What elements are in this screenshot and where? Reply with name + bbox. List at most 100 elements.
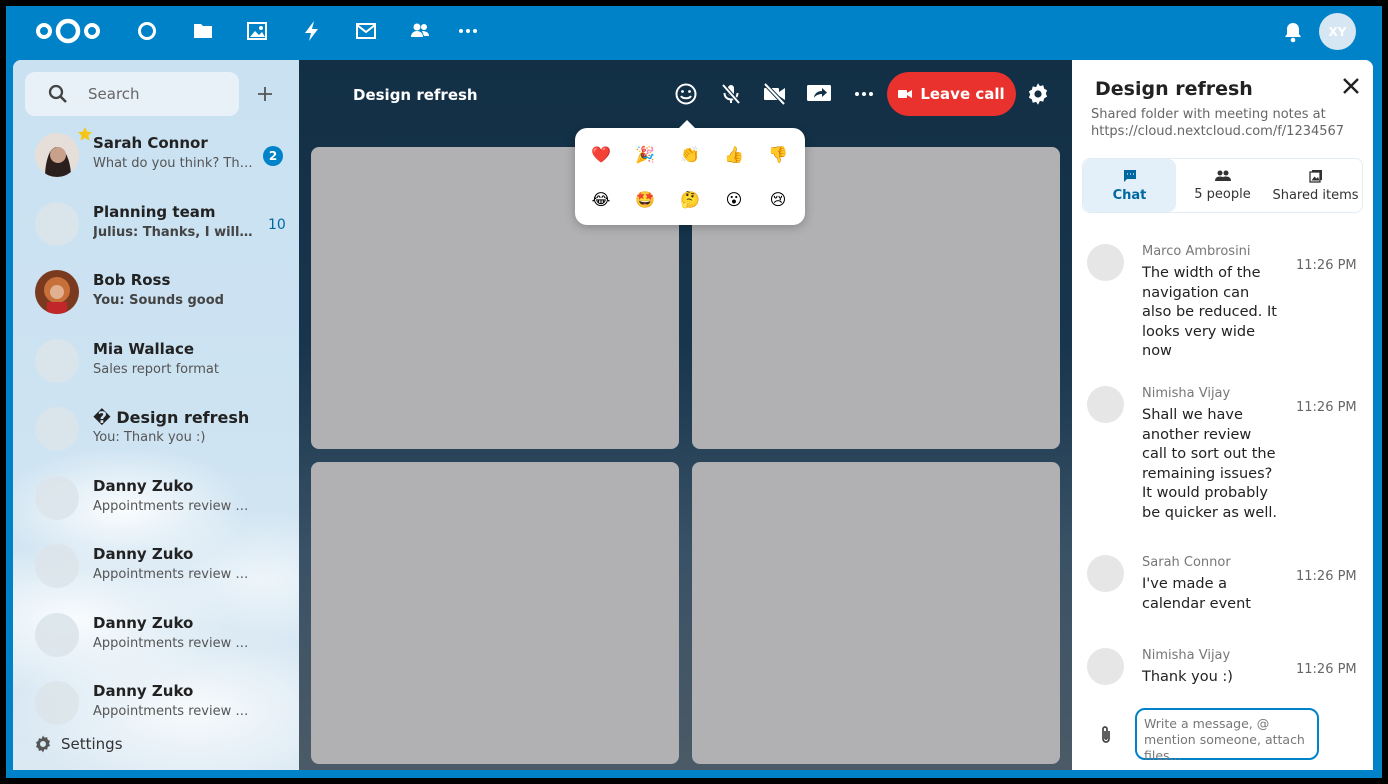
search-placeholder: Search	[88, 85, 140, 103]
contacts-icon[interactable]	[407, 18, 433, 44]
avatar	[1087, 648, 1124, 685]
unread-badge: 10	[268, 217, 286, 233]
conversation-name: Danny Zuko	[93, 682, 194, 700]
tab-label: 5 people	[1194, 186, 1251, 202]
attach-file-button[interactable]	[1095, 724, 1117, 746]
reaction-thumbs-up[interactable]: 👍	[720, 140, 748, 168]
message-text: The width of the navigation can also be …	[1142, 265, 1277, 359]
conversation-item-danny-zuko[interactable]: Danny Zuko Appointments review call	[25, 467, 287, 529]
conversation-name: Mia Wallace	[93, 340, 195, 358]
more-icon	[855, 92, 873, 96]
avatar	[35, 202, 79, 246]
more-apps-icon[interactable]	[455, 18, 481, 44]
mute-microphone-button[interactable]	[717, 80, 745, 108]
close-icon	[1343, 78, 1359, 94]
reaction-laugh[interactable]: 😂	[587, 185, 615, 213]
people-icon	[1214, 170, 1231, 181]
message-time: 11:26 PM	[1296, 258, 1357, 273]
favorite-star-icon	[77, 127, 93, 141]
unread-badge: 2	[263, 146, 283, 166]
share-screen-button[interactable]	[805, 80, 833, 108]
video-off-icon	[763, 82, 786, 106]
call-settings-button[interactable]	[1024, 80, 1052, 108]
conversation-item-bob-ross[interactable]: Bob Ross You: Sounds good	[25, 261, 287, 323]
conversation-name: Bob Ross	[93, 271, 171, 289]
conversation-item-danny-zuko[interactable]: Danny Zuko Appointments review call	[25, 535, 287, 597]
conversation-name: Danny Zuko	[93, 477, 194, 495]
avatar	[35, 133, 79, 177]
reaction-surprised[interactable]: 😮	[720, 185, 748, 213]
panel-title: Design refresh	[1095, 78, 1253, 100]
conversation-last-message: What do you think? There...	[93, 156, 255, 171]
conversation-item-sarah-connor[interactable]: Sarah Connor What do you think? There...…	[25, 124, 287, 186]
call-view: Design refresh Leave call ❤️ 🎉 👏 👍 👎 😂 🤩…	[299, 60, 1072, 770]
avatar	[1087, 555, 1124, 592]
mail-icon[interactable]	[353, 18, 379, 44]
message-time: 11:26 PM	[1296, 400, 1357, 415]
reaction-thumbs-down[interactable]: 👎	[764, 140, 792, 168]
message-time: 11:26 PM	[1296, 569, 1357, 584]
leave-call-button[interactable]: Leave call	[887, 72, 1016, 116]
avatar	[1087, 386, 1124, 423]
dashboard-icon[interactable]	[134, 18, 160, 44]
search-icon	[48, 84, 67, 103]
user-avatar[interactable]: XY	[1319, 13, 1356, 50]
gear-icon	[36, 735, 50, 753]
conversation-last-message: Sales report format	[93, 362, 219, 377]
conversation-name: � Design refresh	[93, 408, 250, 427]
conversation-item-danny-zuko[interactable]: Danny Zuko Appointments review call	[25, 604, 287, 666]
nextcloud-logo[interactable]	[32, 14, 104, 48]
avatar	[35, 270, 79, 314]
gear-icon	[1028, 83, 1048, 105]
message-author: Nimisha Vijay	[1142, 386, 1231, 401]
reaction-clap[interactable]: 👏	[676, 140, 704, 168]
more-actions-button[interactable]	[850, 80, 878, 108]
settings-label: Settings	[61, 735, 123, 753]
new-conversation-button[interactable]	[253, 82, 277, 106]
conversation-item-danny-zuko[interactable]: Danny Zuko Appointments review call	[25, 672, 287, 734]
photos-icon[interactable]	[244, 18, 270, 44]
video-tile[interactable]	[311, 462, 679, 764]
conversation-name: Danny Zuko	[93, 545, 194, 563]
conversation-last-message: You: Thank you :)	[93, 430, 206, 445]
message-author: Nimisha Vijay	[1142, 648, 1231, 663]
main-content: Search Sarah Connor What do you think? T…	[13, 60, 1373, 770]
message-author: Sarah Connor	[1142, 555, 1231, 570]
conversation-name: Sarah Connor	[93, 134, 208, 152]
tab-participants[interactable]: 5 people	[1176, 159, 1269, 212]
avatar	[35, 544, 79, 588]
close-panel-button[interactable]	[1337, 72, 1365, 100]
reaction-sad[interactable]: 😢	[764, 185, 792, 213]
conversation-last-message: You: Sounds good	[93, 293, 224, 308]
settings-button[interactable]: Settings	[33, 734, 123, 754]
message-input-placeholder: Write a message, @ mention someone, atta…	[1144, 716, 1305, 763]
conversation-item-design-refresh[interactable]: � Design refresh You: Thank you :)	[25, 398, 287, 460]
toggle-video-button[interactable]	[761, 80, 789, 108]
conversation-item-mia-wallace[interactable]: Mia Wallace Sales report format	[25, 330, 287, 392]
avatar	[35, 613, 79, 657]
tab-chat[interactable]: Chat	[1083, 159, 1176, 212]
conversation-name: Danny Zuko	[93, 614, 194, 632]
leave-call-label: Leave call	[920, 85, 1005, 103]
chat-icon	[1123, 169, 1136, 182]
reaction-button[interactable]	[672, 80, 700, 108]
conversation-last-message: Appointments review call	[93, 636, 255, 651]
message-text: Thank you :)	[1142, 669, 1233, 685]
reaction-thinking[interactable]: 🤔	[676, 185, 704, 213]
tab-shared-items[interactable]: Shared items	[1269, 159, 1362, 212]
search-input[interactable]: Search	[25, 72, 239, 116]
reaction-star-struck[interactable]: 🤩	[631, 185, 659, 213]
conversation-item-planning-team[interactable]: Planning team Julius: Thanks, I will let…	[25, 193, 287, 255]
video-tile[interactable]	[692, 462, 1060, 764]
files-icon[interactable]	[190, 18, 216, 44]
reactions-popover: ❤️ 🎉 👏 👍 👎 😂 🤩 🤔 😮 😢	[575, 120, 805, 225]
message-input[interactable]: Write a message, @ mention someone, atta…	[1135, 708, 1319, 763]
conversation-last-message: Appointments review call	[93, 567, 255, 582]
reaction-party[interactable]: 🎉	[631, 140, 659, 168]
activity-icon[interactable]	[299, 18, 325, 44]
shared-items-icon	[1308, 169, 1322, 183]
screen-share-icon	[807, 85, 831, 101]
paperclip-icon	[1102, 726, 1110, 743]
reaction-heart[interactable]: ❤️	[587, 140, 615, 168]
notifications-bell-icon[interactable]	[1280, 19, 1306, 45]
